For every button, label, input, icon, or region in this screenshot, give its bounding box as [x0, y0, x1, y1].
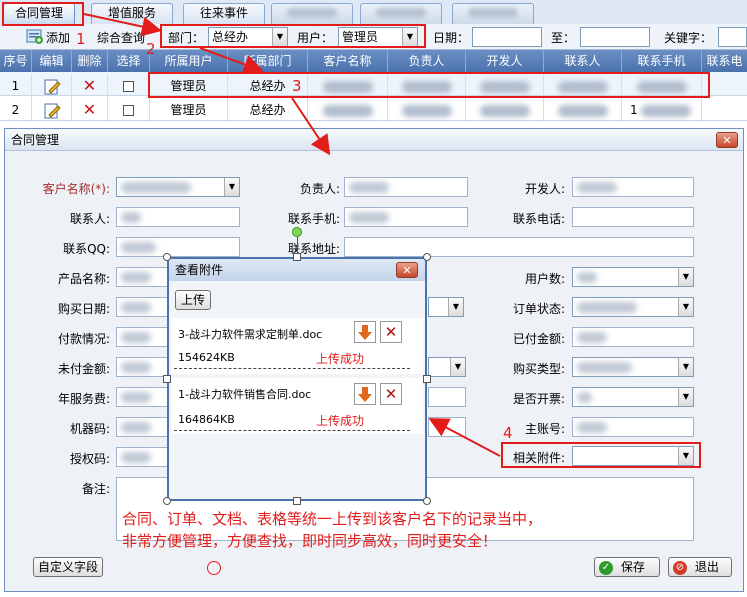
- annotation-line: 非常方便管理，方便查找，即时同步高效，同时更安全！: [122, 532, 498, 550]
- annotation-line: 合同、订单、文档、表格等统一上传到该客户名下的记录当中，: [122, 510, 543, 528]
- annotation-text: 合同、订单、文档、表格等统一上传到该客户名下的记录当中， 非常方便管理，方便查找…: [122, 508, 542, 552]
